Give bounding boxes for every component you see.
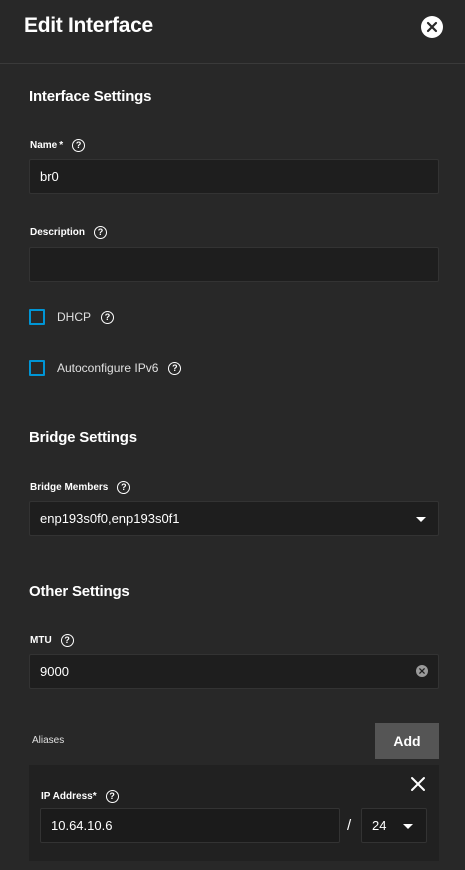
bridge-members-select[interactable]: enp193s0f0,enp193s0f1 (29, 501, 439, 536)
bridge-members-label: Bridge Members ? (30, 481, 131, 494)
netmask-value: 24 (372, 818, 387, 833)
ip-address-label: IP Address * ? (41, 790, 119, 803)
autoconfigure-ipv6-label: Autoconfigure IPv6 (57, 361, 159, 375)
netmask-separator: / (347, 817, 352, 834)
name-label: Name * ? (30, 139, 86, 152)
dialog-title: Edit Interface (24, 14, 153, 37)
ip-address-input[interactable]: 10.64.10.6 (40, 808, 340, 843)
help-icon[interactable]: ? (101, 310, 115, 324)
autoconfigure-ipv6-checkbox[interactable] (29, 360, 45, 376)
dialog-header: Edit Interface (0, 0, 465, 64)
dhcp-label: DHCP (57, 310, 92, 324)
mtu-input[interactable]: 9000 (29, 654, 439, 689)
mtu-label-text: MTU (30, 635, 52, 646)
netmask-select[interactable]: 24 (361, 808, 427, 843)
name-label-text: Name (30, 140, 58, 151)
mtu-value: 9000 (40, 664, 69, 679)
close-icon[interactable] (421, 16, 443, 38)
name-input[interactable]: br0 (29, 159, 439, 194)
help-icon[interactable]: ? (72, 139, 86, 152)
chevron-down-icon (403, 824, 413, 829)
chevron-down-icon (416, 517, 426, 522)
dhcp-checkbox-row[interactable]: DHCP ? (29, 309, 115, 325)
description-label-text: Description (30, 227, 86, 238)
autoconfigure-ipv6-checkbox-row[interactable]: Autoconfigure IPv6 ? (29, 360, 182, 376)
aliases-label: Aliases (32, 735, 65, 746)
alias-item: IP Address * ? 10.64.10.6 / 24 (29, 765, 439, 861)
help-icon[interactable]: ? (94, 226, 108, 239)
help-icon[interactable]: ? (117, 481, 131, 494)
section-title-bridge-settings: Bridge Settings (29, 429, 137, 446)
section-title-interface-settings: Interface Settings (29, 88, 152, 105)
dhcp-checkbox[interactable] (29, 309, 45, 325)
ip-address-value: 10.64.10.6 (51, 818, 113, 833)
bridge-members-value: enp193s0f0,enp193s0f1 (40, 511, 180, 526)
required-mark: * (59, 140, 64, 151)
description-input[interactable] (29, 247, 439, 282)
remove-alias-icon[interactable] (410, 776, 426, 792)
help-icon[interactable]: ? (105, 790, 119, 803)
bridge-members-label-text: Bridge Members (30, 482, 109, 493)
description-label: Description ? (30, 226, 108, 239)
name-value: br0 (40, 169, 59, 184)
ip-address-label-text: IP Address (41, 791, 93, 802)
clear-icon[interactable] (416, 665, 428, 677)
add-alias-button[interactable]: Add (375, 723, 439, 759)
help-icon[interactable]: ? (168, 361, 182, 375)
required-mark: * (92, 791, 97, 802)
mtu-label: MTU ? (30, 634, 74, 647)
help-icon[interactable]: ? (60, 634, 74, 647)
section-title-other-settings: Other Settings (29, 583, 130, 600)
